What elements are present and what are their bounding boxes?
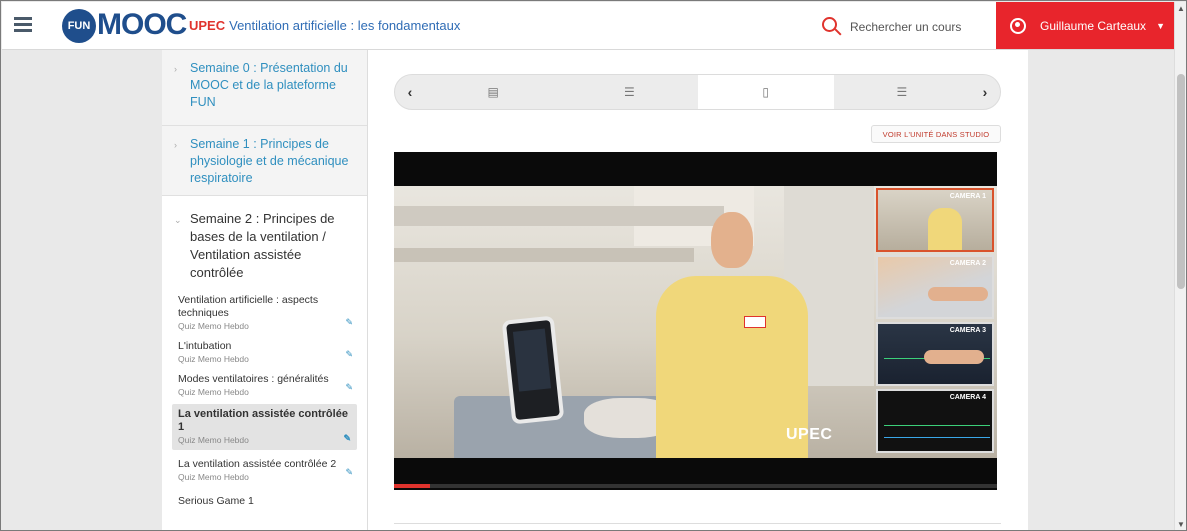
scroll-up-arrow-icon[interactable]: ▲ xyxy=(1177,4,1185,13)
sequence-tab-video[interactable]: ▤ xyxy=(425,75,561,109)
week-label: Semaine 1 : Principes de physiologie et … xyxy=(190,137,349,185)
camera-label: Camera 1 xyxy=(949,193,986,200)
lesson-subtitle: Quiz Memo Hebdo xyxy=(178,354,249,364)
edit-icon[interactable]: ✎ xyxy=(345,316,353,329)
search-courses[interactable]: Rechercher un cours xyxy=(822,15,972,39)
course-name: Ventilation artificielle : les fondament… xyxy=(229,18,461,33)
lesson-title: Modes ventilatoires : généralités xyxy=(178,373,329,385)
sidebar-week-2[interactable]: ⌄ Semaine 2 : Principes de bases de la v… xyxy=(162,196,367,286)
course-org: UPEC xyxy=(189,18,226,33)
camera-4-preview xyxy=(884,425,990,426)
user-menu-button[interactable]: Guillaume Carteaux ▼ xyxy=(996,2,1174,49)
camera-4-thumbnail[interactable]: Camera 4 xyxy=(876,389,994,453)
week-label: Semaine 2 : Principes de bases de la ven… xyxy=(190,211,335,280)
sequence-tab-problem[interactable]: ☰ xyxy=(834,75,970,109)
edit-icon[interactable]: ✎ xyxy=(345,381,353,394)
list-icon: ☰ xyxy=(623,85,635,99)
scene-rail xyxy=(394,248,694,262)
mooc-logo-text[interactable]: MOOC xyxy=(97,8,187,42)
video-player[interactable]: UPEC Camera 1 Camera 2 Camera 3 xyxy=(394,152,997,490)
edit-icon[interactable]: ✎ xyxy=(345,466,353,479)
edit-icon[interactable]: ✎ xyxy=(345,348,353,361)
camera-2-preview xyxy=(928,287,988,301)
scene-ventilator xyxy=(501,315,565,425)
scene-presenter-head xyxy=(711,212,753,268)
main-content: ‹ ▤ ☰ ▯ ☰ › VOIR L'UNITÉ DANS STUDIO UPE… xyxy=(368,50,1028,530)
course-title[interactable]: UPEC Ventilation artificielle : les fonda… xyxy=(189,18,460,33)
sequence-tab-document[interactable]: ▯ xyxy=(697,75,834,109)
camera-4-preview-2 xyxy=(884,437,990,438)
user-avatar-icon xyxy=(1010,17,1026,34)
list-icon: ☰ xyxy=(896,85,908,99)
chevron-down-icon: ⌄ xyxy=(174,215,182,225)
lesson-item[interactable]: Ventilation artificielle : aspects techn… xyxy=(162,290,367,336)
camera-3-hand xyxy=(924,350,984,364)
lesson-title: Ventilation artificielle : aspects techn… xyxy=(178,294,319,319)
previous-unit-button[interactable]: ‹ xyxy=(395,75,425,109)
search-placeholder[interactable]: Rechercher un cours xyxy=(850,20,961,34)
sidebar-week-0[interactable]: › Semaine 0 : Présentation du MOOC et de… xyxy=(162,50,367,126)
fun-logo[interactable]: FUN xyxy=(62,9,96,43)
lesson-item[interactable]: Serious Game 1 xyxy=(162,491,367,512)
camera-label: Camera 4 xyxy=(949,394,986,401)
camera-3-thumbnail[interactable]: Camera 3 xyxy=(876,322,994,386)
video-icon: ▤ xyxy=(487,85,499,99)
lesson-title: La ventilation assistée contrôlée 2 xyxy=(178,458,337,470)
camera-label: Camera 3 xyxy=(949,327,986,334)
scene-badge xyxy=(744,316,766,328)
lesson-subtitle: Quiz Memo Hebdo xyxy=(178,321,249,331)
week-label: Semaine 0 : Présentation du MOOC et de l… xyxy=(190,61,348,109)
lesson-item[interactable]: Modes ventilatoires : généralités Quiz M… xyxy=(162,369,367,402)
lesson-subtitle: Quiz Memo Hebdo xyxy=(178,472,249,482)
scroll-thumb[interactable] xyxy=(1177,74,1185,289)
course-outline-sidebar: › Semaine 0 : Présentation du MOOC et de… xyxy=(162,50,368,530)
view-in-studio-button[interactable]: VOIR L'UNITÉ DANS STUDIO xyxy=(871,125,1001,143)
user-name: Guillaume Carteaux xyxy=(1040,18,1147,33)
lesson-title: Serious Game 1 xyxy=(178,495,254,507)
content-divider xyxy=(394,523,1001,524)
sequence-tab-list[interactable]: ☰ xyxy=(561,75,697,109)
lesson-subtitle: Quiz Memo Hebdo xyxy=(178,435,249,445)
next-unit-button[interactable]: › xyxy=(970,75,1000,109)
lesson-item[interactable]: L'intubation Quiz Memo Hebdo ✎ xyxy=(162,336,367,369)
edit-icon[interactable]: ✎ xyxy=(343,432,351,445)
camera-label: Camera 2 xyxy=(949,260,986,267)
lesson-item[interactable]: La ventilation assistée contrôlée 2 Quiz… xyxy=(162,454,367,487)
chevron-right-icon: › xyxy=(174,140,177,150)
camera-1-thumbnail[interactable]: Camera 1 xyxy=(876,188,994,252)
video-progress-fill xyxy=(394,484,431,488)
hamburger-menu-icon[interactable] xyxy=(14,17,32,33)
sidebar-week-1[interactable]: › Semaine 1 : Principes de physiologie e… xyxy=(162,126,367,196)
scroll-down-arrow-icon[interactable]: ▼ xyxy=(1177,520,1185,529)
camera-1-preview xyxy=(928,208,962,250)
sequence-navigation: ‹ ▤ ☰ ▯ ☰ › xyxy=(394,74,1001,110)
camera-2-thumbnail[interactable]: Camera 2 xyxy=(876,255,994,319)
caret-down-icon: ▼ xyxy=(1156,20,1165,31)
video-progress-bar[interactable] xyxy=(394,484,997,488)
browser-frame: FUN MOOC UPEC Ventilation artificielle : … xyxy=(0,0,1187,531)
camera-selector: Camera 1 Camera 2 Camera 3 Camera 4 xyxy=(876,188,996,456)
chevron-right-icon: › xyxy=(174,64,177,74)
page-scrollbar[interactable]: ▲ ▼ xyxy=(1174,2,1186,530)
document-icon: ▯ xyxy=(762,85,769,99)
search-icon[interactable] xyxy=(822,17,842,37)
lesson-item-active[interactable]: La ventilation assistée contrôlée 1 Quiz… xyxy=(172,404,357,450)
upec-watermark: UPEC xyxy=(786,426,833,443)
lesson-title: L'intubation xyxy=(178,340,232,352)
lesson-subtitle: Quiz Memo Hebdo xyxy=(178,387,249,397)
lesson-title: La ventilation assistée contrôlée 1 xyxy=(178,408,348,433)
scene-rail xyxy=(394,206,724,226)
